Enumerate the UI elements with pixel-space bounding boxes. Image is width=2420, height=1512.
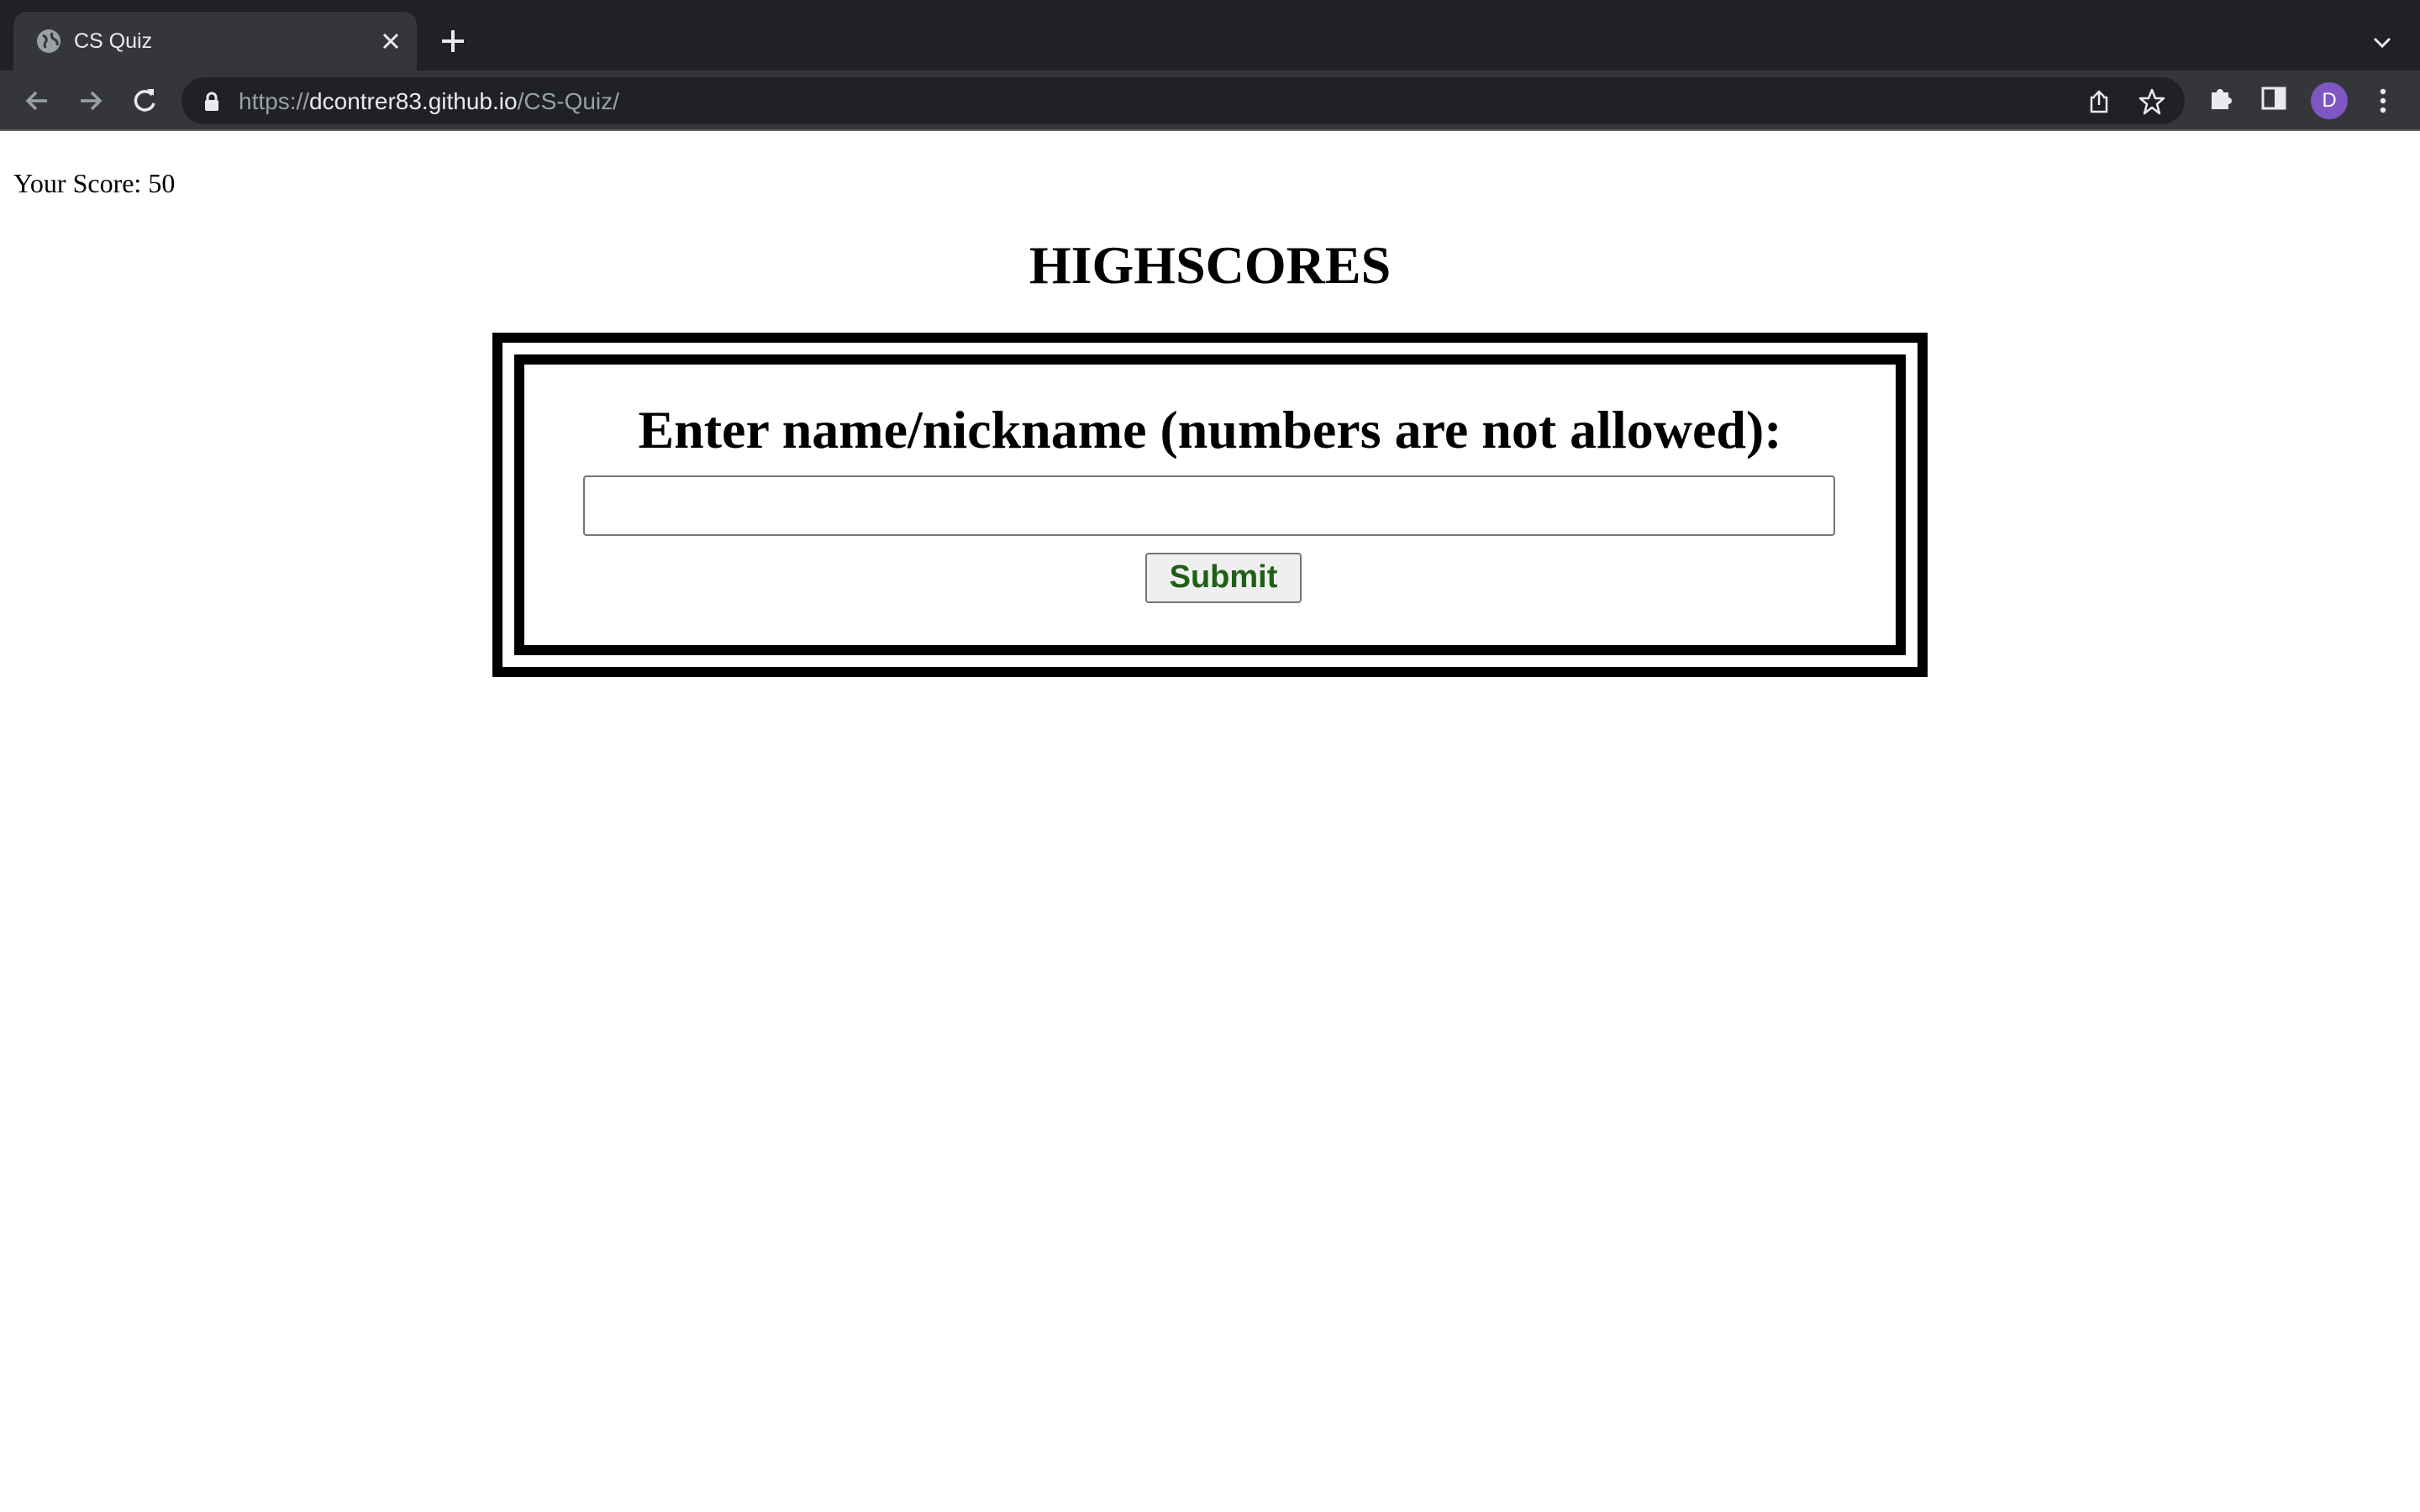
submit-button[interactable]: Submit xyxy=(1145,553,1302,603)
profile-avatar[interactable]: D xyxy=(2311,82,2348,119)
back-arrow-icon[interactable] xyxy=(22,86,52,116)
reload-icon[interactable] xyxy=(129,86,160,116)
url-path: /CS-Quiz/ xyxy=(517,88,619,114)
tab-title: CS Quiz xyxy=(74,29,153,53)
tab-strip: CS Quiz xyxy=(0,0,2420,71)
forward-arrow-icon[interactable] xyxy=(76,86,106,116)
highscore-form-outer-frame: Enter name/nickname (numbers are not all… xyxy=(492,333,1928,677)
form-prompt: Enter name/nickname (numbers are not all… xyxy=(638,400,1782,459)
side-panel-icon[interactable] xyxy=(2260,86,2287,111)
highscore-form: Enter name/nickname (numbers are not all… xyxy=(514,354,1906,655)
close-icon[interactable] xyxy=(380,30,402,52)
kebab-menu-icon[interactable] xyxy=(2371,86,2395,116)
score-text: Your Score: 50 xyxy=(13,168,176,198)
page-title: HIGHSCORES xyxy=(1028,235,1392,295)
puzzle-icon[interactable] xyxy=(2207,84,2235,113)
chevron-down-icon[interactable] xyxy=(2371,32,2393,54)
name-input[interactable] xyxy=(583,475,1835,536)
lock-icon[interactable] xyxy=(203,92,220,112)
page-content: Your Score: 50 HIGHSCORES Enter name/nic… xyxy=(0,133,2420,1512)
plus-icon[interactable] xyxy=(439,27,467,55)
globe-icon xyxy=(37,29,60,53)
star-icon[interactable] xyxy=(2138,87,2166,116)
url-text[interactable]: https://dcontrer83.github.io/CS-Quiz/ xyxy=(239,88,619,115)
url-host: dcontrer83.github.io xyxy=(309,88,518,114)
url-scheme: https:// xyxy=(239,88,310,114)
share-icon[interactable] xyxy=(2087,89,2111,114)
address-bar[interactable]: https://dcontrer83.github.io/CS-Quiz/ xyxy=(182,77,2185,124)
browser-toolbar: https://dcontrer83.github.io/CS-Quiz/ xyxy=(0,71,2420,131)
browser-tab[interactable]: CS Quiz xyxy=(13,12,417,71)
